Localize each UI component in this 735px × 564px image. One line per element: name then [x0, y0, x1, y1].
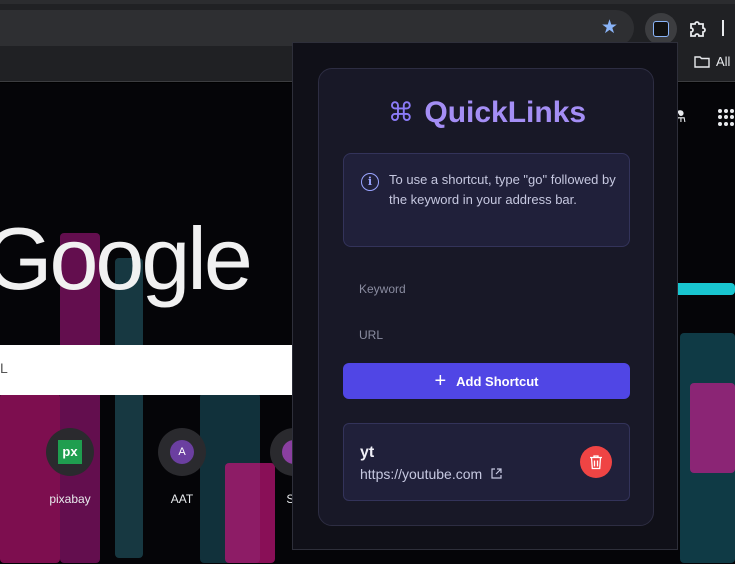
url-input[interactable]	[343, 315, 630, 355]
add-shortcut-label: Add Shortcut	[456, 373, 539, 389]
pixabay-icon: px	[58, 440, 82, 464]
background-decoration	[0, 393, 60, 563]
usage-info-box: i To use a shortcut, type "go" followed …	[343, 153, 630, 247]
google-logo: Google	[0, 209, 253, 308]
shortcut-url-row[interactable]: https://youtube.com	[360, 466, 502, 482]
shortcut-label-pixabay: pixabay	[49, 492, 91, 506]
browser-toolbar: ★	[0, 0, 735, 46]
shortcut-label-aat: AAT	[170, 492, 194, 506]
trash-icon	[590, 455, 602, 470]
apps-grid-icon[interactable]	[718, 109, 735, 126]
all-bookmarks-label: All	[716, 54, 731, 69]
add-shortcut-button[interactable]: + Add Shortcut	[343, 363, 630, 399]
aat-avatar: A	[170, 440, 194, 464]
folder-icon	[694, 56, 710, 68]
delete-shortcut-button[interactable]	[580, 446, 612, 478]
popup-header: ⌘ QuickLinks	[319, 96, 655, 130]
toolbar-divider	[722, 20, 724, 36]
search-text: L	[0, 360, 8, 376]
quicklinks-card: ⌘ QuickLinks i To use a shortcut, type "…	[318, 68, 654, 526]
external-link-icon[interactable]	[491, 468, 502, 479]
shortcut-url[interactable]: https://youtube.com	[360, 466, 482, 482]
keyword-input[interactable]	[343, 269, 630, 309]
shortcut-list-item: yt https://youtube.com	[343, 423, 630, 501]
screen: ★ All Google L px pixabay A AAT ⚗ ⌘ Quic…	[0, 0, 735, 564]
command-icon: ⌘	[387, 98, 414, 128]
all-bookmarks-button[interactable]: All	[694, 54, 730, 69]
background-decoration	[670, 283, 735, 295]
quicklinks-extension-button[interactable]	[645, 13, 677, 45]
usage-info-text: To use a shortcut, type "go" followed by…	[389, 172, 616, 207]
info-icon: i	[361, 173, 379, 191]
background-decoration	[225, 463, 275, 563]
bookmark-star-icon[interactable]: ★	[601, 17, 618, 37]
shortcut-keyword: yt	[360, 444, 375, 461]
shortcut-tile-pixabay[interactable]: px	[46, 428, 94, 476]
extensions-puzzle-icon[interactable]	[687, 18, 709, 40]
shortcut-tile-aat[interactable]: A	[158, 428, 206, 476]
plus-icon: +	[434, 370, 447, 392]
address-bar[interactable]	[0, 10, 634, 46]
quicklinks-popup: ⌘ QuickLinks i To use a shortcut, type "…	[292, 42, 678, 550]
ntp-search-box[interactable]: L	[0, 345, 292, 395]
quicklinks-extension-icon	[653, 21, 669, 37]
popup-title: QuickLinks	[424, 96, 587, 129]
background-decoration	[690, 383, 735, 473]
